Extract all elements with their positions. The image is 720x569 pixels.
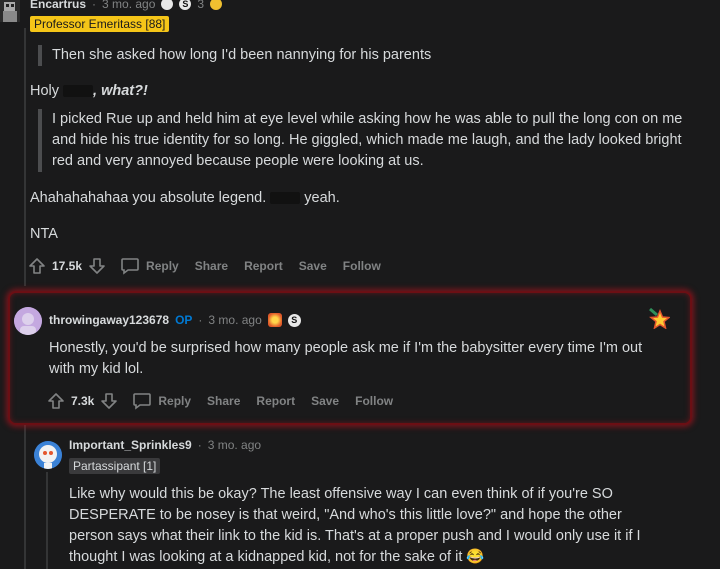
save-button[interactable]: Save [311,394,339,408]
share-button[interactable]: Share [207,394,240,408]
blockquote: Then she asked how long I'd been nannyin… [38,45,672,66]
timestamp[interactable]: 3 mo. ago [102,0,155,11]
reply-button[interactable]: Reply [132,392,191,410]
thread-line[interactable] [24,28,26,286]
award-star-icon[interactable] [648,307,671,330]
timestamp[interactable]: 3 mo. ago [208,313,261,327]
text-fragment: Holy [30,83,64,99]
timestamp[interactable]: 3 mo. ago [208,438,261,452]
comment-bubble-icon [133,393,152,410]
award-s-icon[interactable]: S [179,0,192,10]
report-button[interactable]: Report [244,259,283,273]
blockquote: I picked Rue up and held him at eye leve… [38,109,692,172]
upvote-icon[interactable] [47,392,65,410]
username[interactable]: throwingaway123678 [49,313,169,327]
report-button[interactable]: Report [256,394,295,408]
award-face-icon[interactable] [161,0,174,10]
reply-button[interactable]: Reply [120,257,179,275]
avatar[interactable] [0,0,20,22]
comment-actions: 17.5k Reply Share Report Save Follow [28,257,397,275]
follow-button[interactable]: Follow [343,259,381,273]
vote-group: 17.5k [28,257,106,275]
save-button[interactable]: Save [299,259,327,273]
reply-label: Reply [158,394,192,408]
award-sun-icon[interactable] [210,0,223,10]
text-fragment: Ahahahahahaa you absolute legend. [30,190,271,206]
user-flair: Partassipant [1] [69,458,161,474]
redaction-mark [63,85,94,98]
comment-body: Honestly, you'd be surprised how many pe… [49,340,643,377]
text-fragment: yeah. [300,190,340,206]
separator: · [197,438,202,452]
text-emphasis: , what?! [93,83,148,99]
comment-header: throwingaway123678 OP · 3 mo. ago S [49,313,301,327]
username[interactable]: Encartrus [30,0,86,11]
avatar[interactable] [14,307,42,335]
award-burst-icon[interactable] [267,313,282,327]
comment-header: Important_Sprinkles9 · 3 mo. ago [69,438,261,452]
vote-score: 17.5k [52,259,83,273]
upvote-icon[interactable] [28,257,46,275]
comment-text-line: NTA [30,226,58,242]
award-s-icon[interactable]: S [287,313,301,327]
comment-header: Encartrus · 3 mo. ago S 3 [30,0,223,11]
username[interactable]: Important_Sprinkles9 [69,438,192,452]
separator: · [198,313,203,327]
separator: · [92,0,97,11]
downvote-icon[interactable] [100,392,118,410]
avatar[interactable] [34,441,62,469]
comment-text-line: Ahahahahahaa you absolute legend. yeah. [30,188,670,209]
thread-line[interactable] [24,421,26,569]
comment-text-line: Holy , what?! [30,81,670,102]
vote-group: 7.3k [47,392,118,410]
comment-body: Like why would this be okay? The least o… [69,486,641,565]
share-button[interactable]: Share [195,259,228,273]
user-flair: Professor Emeritass [88] [30,16,170,32]
comment-bubble-icon [121,258,139,275]
op-badge: OP [175,313,193,327]
vote-score: 7.3k [71,394,95,408]
award-count: 3 [197,0,205,11]
redaction-mark [270,192,301,205]
comment-actions: 7.3k Reply Share Report Save Follow [47,392,409,410]
downvote-icon[interactable] [88,257,106,275]
thread-line[interactable] [46,472,48,569]
reply-label: Reply [146,259,179,273]
follow-button[interactable]: Follow [355,394,393,408]
